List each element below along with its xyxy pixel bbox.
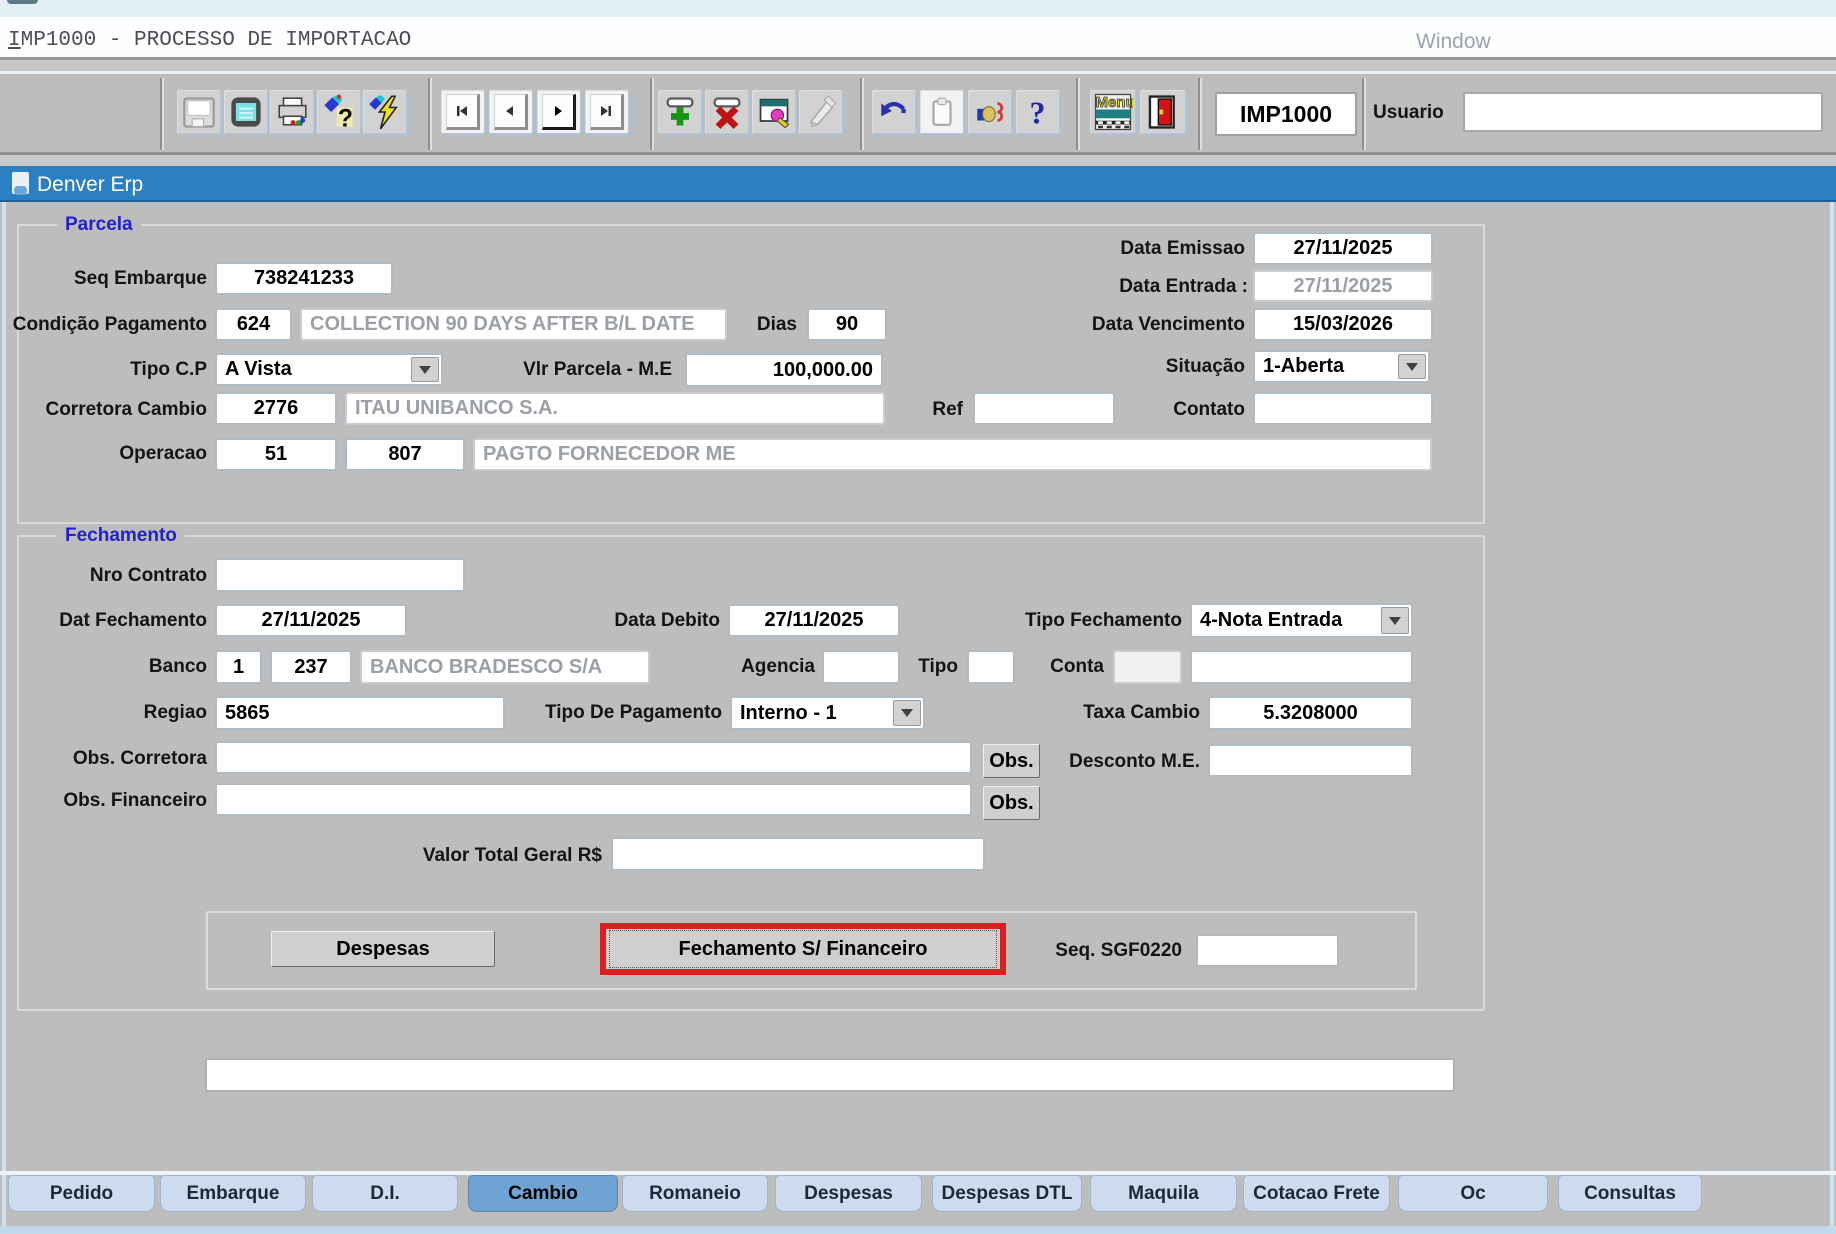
svg-text:?: ? bbox=[1030, 96, 1046, 129]
svg-text:Menu: Menu bbox=[1096, 94, 1134, 111]
svg-text:?: ? bbox=[338, 106, 353, 130]
